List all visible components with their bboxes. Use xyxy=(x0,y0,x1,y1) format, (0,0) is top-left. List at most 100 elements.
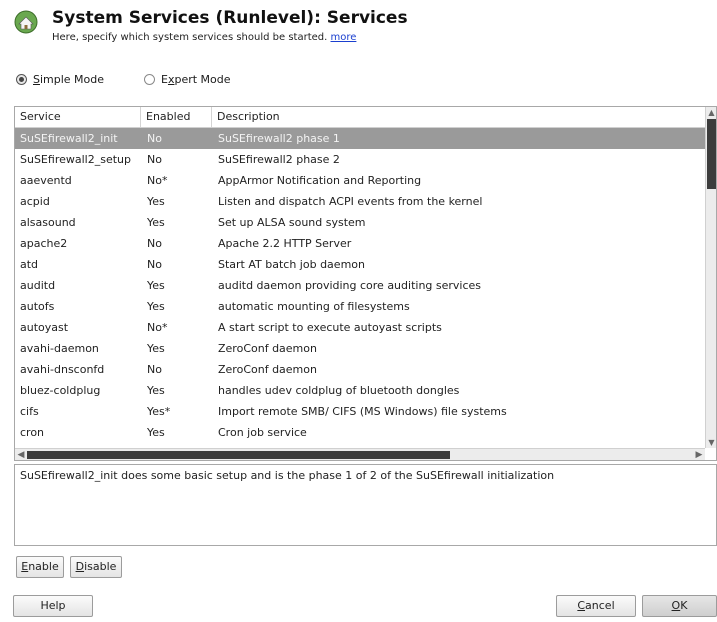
chevron-left-icon[interactable]: ◀ xyxy=(15,449,27,460)
ok-button[interactable]: OK xyxy=(642,595,717,617)
description-cell: AppArmor Notification and Reporting xyxy=(218,174,422,187)
enabled-cell: No xyxy=(147,153,162,166)
ok-rest: K xyxy=(680,599,688,612)
simple-mode-rest: imple Mode xyxy=(39,73,105,86)
table-row[interactable]: alsasound Yes Set up ALSA sound system xyxy=(15,212,705,233)
expert-mode-label: Expert Mode xyxy=(161,73,231,86)
help-button[interactable]: Help xyxy=(13,595,93,617)
radio-selected-indicator xyxy=(16,74,27,85)
table-header: Service Enabled Description xyxy=(15,107,705,128)
table-row[interactable]: avahi-daemon Yes ZeroConf daemon xyxy=(15,338,705,359)
horizontal-scroll-thumb[interactable] xyxy=(27,451,450,459)
table-row[interactable]: acpid Yes Listen and dispatch ACPI events … xyxy=(15,191,705,212)
subtitle-text: Here, specify which system services shou… xyxy=(52,32,328,43)
enabled-cell: Yes xyxy=(147,216,165,229)
service-cell: atd xyxy=(20,258,39,271)
cancel-rest: ancel xyxy=(585,599,615,612)
service-cell: cifs xyxy=(20,405,39,418)
description-cell: SuSEfirewall2 phase 2 xyxy=(218,153,340,166)
chevron-right-icon[interactable]: ▶ xyxy=(693,449,705,460)
expert-mode-radio[interactable]: Expert Mode xyxy=(144,73,231,86)
enabled-cell: Yes xyxy=(147,426,165,439)
enabled-cell: Yes xyxy=(147,279,165,292)
ok-accel: O xyxy=(671,599,681,612)
enabled-cell: Yes xyxy=(147,342,165,355)
description-cell: auditd daemon providing core auditing se… xyxy=(218,279,482,292)
service-cell: autofs xyxy=(20,300,55,313)
enable-rest: nable xyxy=(28,560,59,573)
service-cell: avahi-dnsconfd xyxy=(20,363,105,376)
chevron-up-icon[interactable]: ▲ xyxy=(706,107,716,118)
description-cell: Set up ALSA sound system xyxy=(218,216,366,229)
service-cell: apache2 xyxy=(20,237,68,250)
enabled-cell: No* xyxy=(147,174,168,187)
table-row[interactable]: cron Yes Cron job service xyxy=(15,422,705,443)
simple-mode-radio[interactable]: Simple Mode xyxy=(16,73,104,86)
enabled-cell: Yes xyxy=(147,195,165,208)
expert-mode-prefix: E xyxy=(161,73,168,86)
enabled-cell: No* xyxy=(147,321,168,334)
table-row[interactable]: avahi-dnsconfd No ZeroConf daemon xyxy=(15,359,705,380)
horizontal-scrollbar[interactable]: ◀ ▶ xyxy=(15,448,705,460)
service-cell: autoyast xyxy=(20,321,69,334)
yast-runlevel-icon xyxy=(14,10,38,34)
cancel-accel: C xyxy=(577,599,586,612)
cancel-button[interactable]: Cancel xyxy=(556,595,636,617)
enabled-cell: No xyxy=(147,363,162,376)
expert-mode-rest: pert Mode xyxy=(174,73,231,86)
description-cell: A start script to execute autoyast scrip… xyxy=(218,321,442,334)
description-cell: Listen and dispatch ACPI events from the… xyxy=(218,195,483,208)
table-row[interactable]: aaeventd No* AppArmor Notification and Rep… xyxy=(15,170,705,191)
page-subtitle: Here, specify which system services shou… xyxy=(52,32,356,43)
vertical-scroll-thumb[interactable] xyxy=(707,119,716,189)
description-cell: SuSEfirewall2 phase 1 xyxy=(218,132,340,145)
description-cell: Import remote SMB/ CIFS (MS Windows) fil… xyxy=(218,405,507,418)
enabled-cell: Yes xyxy=(147,384,165,397)
description-cell: Start AT batch job daemon xyxy=(218,258,365,271)
enabled-cell: No xyxy=(147,132,162,145)
enable-button[interactable]: Enable xyxy=(16,556,64,578)
table-row[interactable]: SuSEfirewall2_setup No SuSEfirewall2 phase… xyxy=(15,149,705,170)
table-row[interactable]: auditd Yes auditd daemon providing core au… xyxy=(15,275,705,296)
dialog-header: System Services (Runlevel): Services Her… xyxy=(14,8,714,48)
services-table[interactable]: Service Enabled Description SuSEfirewall… xyxy=(14,106,717,461)
enabled-cell: Yes* xyxy=(147,405,171,418)
page-title: System Services (Runlevel): Services xyxy=(52,8,408,28)
service-cell: bluez-coldplug xyxy=(20,384,101,397)
table-row[interactable]: bluez-coldplug Yes handles udev coldplug o… xyxy=(15,380,705,401)
description-cell: ZeroConf daemon xyxy=(218,363,317,376)
table-row[interactable]: autoyast No* A start script to execute aut… xyxy=(15,317,705,338)
table-row[interactable]: cifs Yes* Import remote SMB/ CIFS (MS Wind… xyxy=(15,401,705,422)
table-row[interactable]: autofs Yes automatic mounting of filesyste… xyxy=(15,296,705,317)
description-cell: ZeroConf daemon xyxy=(218,342,317,355)
column-header-service[interactable]: Service xyxy=(15,107,140,127)
column-header-description[interactable]: Description xyxy=(211,107,705,127)
disable-button[interactable]: Disable xyxy=(70,556,122,578)
description-cell: handles udev coldplug of bluetooth dongl… xyxy=(218,384,460,397)
simple-mode-label: Simple Mode xyxy=(33,73,104,86)
service-cell: SuSEfirewall2_setup xyxy=(20,153,131,166)
column-header-enabled[interactable]: Enabled xyxy=(140,107,211,127)
table-row[interactable]: apache2 No Apache 2.2 HTTP Server xyxy=(15,233,705,254)
chevron-down-icon[interactable]: ▼ xyxy=(706,437,716,448)
service-cell: avahi-daemon xyxy=(20,342,99,355)
description-cell: Cron job service xyxy=(218,426,307,439)
table-row[interactable]: atd No Start AT batch job daemon xyxy=(15,254,705,275)
description-cell: Apache 2.2 HTTP Server xyxy=(218,237,352,250)
simple-mode-accel: S xyxy=(33,73,40,86)
service-description-box: SuSEfirewall2_init does some basic setup… xyxy=(14,464,717,546)
service-cell: SuSEfirewall2_init xyxy=(20,132,118,145)
service-cell: acpid xyxy=(20,195,50,208)
more-link[interactable]: more xyxy=(331,32,357,43)
enabled-cell: No xyxy=(147,258,162,271)
description-cell: automatic mounting of filesystems xyxy=(218,300,410,313)
service-cell: aaeventd xyxy=(20,174,72,187)
service-cell: cron xyxy=(20,426,45,439)
table-row[interactable]: SuSEfirewall2_init No SuSEfirewall2 phase … xyxy=(15,128,705,149)
radio-unselected-indicator xyxy=(144,74,155,85)
service-cell: alsasound xyxy=(20,216,76,229)
vertical-scrollbar[interactable]: ▲ ▼ xyxy=(705,107,716,448)
service-cell: auditd xyxy=(20,279,56,292)
enabled-cell: Yes xyxy=(147,300,165,313)
disable-accel: D xyxy=(75,560,85,573)
